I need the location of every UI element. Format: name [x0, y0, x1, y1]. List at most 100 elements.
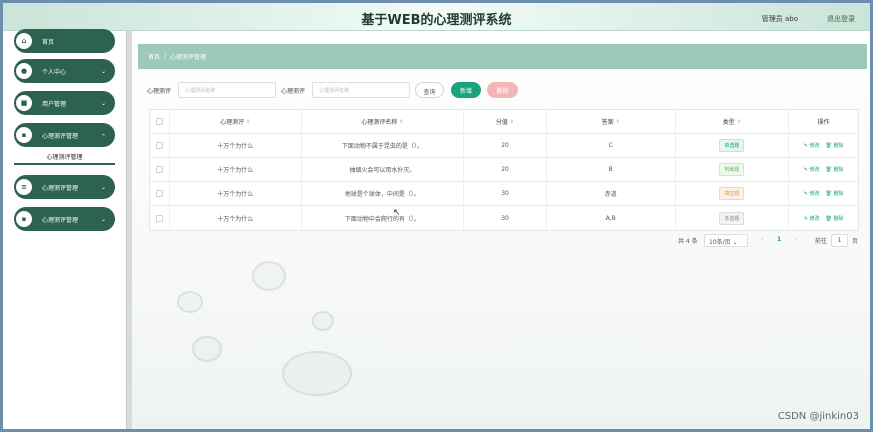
query-button[interactable]: 查询: [415, 82, 444, 98]
sidebar-item-home[interactable]: ⌂ 首页: [14, 29, 115, 53]
breadcrumb: 首页 / 心理测评管理: [138, 44, 867, 69]
cell-score: 20: [464, 134, 547, 157]
next-page-button[interactable]: ›: [795, 236, 797, 243]
page-size-value: 10条/页: [709, 239, 731, 246]
edit-link[interactable]: ✎ 修改: [804, 190, 820, 197]
header-cell[interactable]: 类型 ⇕: [676, 110, 790, 133]
cell-type: 判断题: [676, 158, 790, 181]
chevron-down-icon: ⌄: [100, 99, 106, 107]
header-cell[interactable]: 心理测评名称 ⇕: [302, 110, 465, 133]
edit-link[interactable]: ✎ 修改: [804, 215, 820, 222]
header-label: 心理测评: [220, 119, 245, 126]
top-header: 基于WEB的心理测评系统 管理员 abo 退出登录: [3, 3, 870, 31]
sort-icon[interactable]: ⇕: [246, 119, 250, 125]
lock-icon: ■: [16, 95, 32, 111]
page-size-select[interactable]: 10条/页 ⌄: [704, 234, 748, 247]
sidebar-item-user-management[interactable]: ■ 用户管理 ⌄: [14, 91, 115, 115]
row-checkbox-cell[interactable]: [150, 206, 170, 230]
chevron-down-icon: ⌄: [100, 183, 106, 191]
sidebar-item-assessment-management-2[interactable]: ≡ 心理测评管理 ⌄: [14, 175, 115, 199]
user-icon: ●: [16, 63, 32, 79]
goto-page-input[interactable]: 1: [831, 234, 848, 247]
sort-icon[interactable]: ⇕: [616, 119, 620, 125]
sidebar-item-personal-center[interactable]: ● 个人中心 ⌄: [14, 59, 115, 83]
prev-page-button[interactable]: ‹: [761, 236, 763, 243]
decorative-droplet: [312, 311, 334, 331]
header-checkbox-cell[interactable]: [150, 110, 170, 133]
remove-link[interactable]: 🗑 删除: [826, 142, 844, 149]
total-count: 共 4 条: [678, 238, 698, 245]
delete-button[interactable]: 删除: [487, 82, 518, 98]
add-button[interactable]: 新增: [451, 82, 481, 98]
row-checkbox[interactable]: [155, 142, 163, 149]
grid-icon: ▪: [16, 211, 32, 227]
logout-link[interactable]: 退出登录: [827, 14, 855, 24]
remove-link[interactable]: 🗑 删除: [826, 166, 844, 173]
row-checkbox[interactable]: [155, 214, 163, 222]
cell-answer: C: [547, 134, 676, 157]
cell-assessment: 十万个为什么: [170, 158, 302, 181]
type-tag: 单选题: [719, 139, 745, 152]
cell-actions: ✎ 修改 🗑 删除: [789, 134, 858, 157]
submenu-item-assessment-management[interactable]: 心理测评管理: [14, 148, 115, 165]
row-checkbox-cell[interactable]: [150, 134, 170, 157]
sort-icon[interactable]: ⇕: [399, 119, 403, 125]
row-checkbox-cell[interactable]: [150, 182, 170, 205]
header-cell[interactable]: 心理测评 ⇕: [170, 110, 302, 133]
cell-answer: A,B: [547, 206, 676, 230]
chevron-up-icon: ⌄: [100, 131, 106, 139]
header-label: 答案: [601, 119, 614, 126]
row-checkbox-cell[interactable]: [150, 158, 170, 181]
select-all-checkbox[interactable]: [155, 118, 163, 125]
row-checkbox[interactable]: [155, 166, 163, 173]
row-checkbox[interactable]: [155, 190, 163, 197]
cell-question: 抽烟火会可以用水扑灭。: [302, 158, 465, 181]
watermark: CSDN @jinkin03: [777, 411, 859, 422]
edit-link[interactable]: ✎ 修改: [804, 166, 820, 173]
sidebar-item-assessment-management[interactable]: ▪ 心理测评管理 ⌄: [14, 123, 115, 147]
sidebar-item-assessment-management-3[interactable]: ▪ 心理测评管理 ⌄: [14, 207, 115, 231]
main-content: 首页 / 心理测评管理 心理测评 心理测评名称 心理测评 心理测评名称 查询 新…: [132, 31, 870, 429]
sort-icon[interactable]: ⇕: [510, 119, 514, 125]
cell-actions: ✎ 修改 🗑 删除: [789, 158, 858, 181]
header-cell[interactable]: 分值 ⇕: [464, 110, 547, 133]
sidebar-item-label: 用户管理: [42, 100, 67, 108]
cell-question: 下面动物中会爬行的有（）。: [302, 206, 465, 230]
cell-actions: ✎ 修改 🗑 删除: [789, 206, 858, 230]
cell-assessment: 十万个为什么: [170, 134, 302, 157]
cell-answer: B: [547, 158, 676, 181]
header-label: 类型: [722, 119, 735, 126]
header-cell[interactable]: 答案 ⇕: [547, 110, 676, 133]
search-input-2[interactable]: 心理测评名称: [312, 82, 410, 98]
decorative-droplet: [282, 351, 352, 396]
cell-score: 30: [464, 206, 547, 230]
breadcrumb-home[interactable]: 首页: [148, 52, 160, 61]
table-row: 十万个为什么 下面动物中会爬行的有（）。 30 A,B 多选题 ✎ 修改 🗑 删除: [150, 206, 858, 230]
cell-question: 地球是个球体，中间是（）。: [302, 182, 465, 205]
chevron-down-icon: ⌄: [100, 215, 106, 223]
sort-icon[interactable]: ⇕: [737, 119, 741, 125]
cell-assessment: 十万个为什么: [170, 206, 302, 230]
mouse-cursor-icon: ↖: [393, 208, 401, 218]
page-title: 基于WEB的心理测评系统: [361, 13, 512, 28]
page-number-current[interactable]: 1: [777, 236, 781, 243]
sidebar-item-label: 心理测评管理: [42, 216, 79, 224]
search-input-1[interactable]: 心理测评名称: [178, 82, 276, 98]
decorative-droplet: [252, 261, 286, 291]
breadcrumb-separator: /: [164, 53, 167, 60]
header-label: 分值: [495, 119, 508, 126]
sidebar-item-label: 心理测评管理: [42, 184, 79, 192]
remove-link[interactable]: 🗑 删除: [826, 190, 844, 197]
sidebar-item-label: 个人中心: [42, 68, 67, 76]
breadcrumb-current: 心理测评管理: [170, 54, 207, 61]
decorative-droplet: [192, 336, 222, 362]
cell-type: 多选题: [676, 206, 790, 230]
search-label-2: 心理测评: [281, 88, 306, 95]
edit-link[interactable]: ✎ 修改: [804, 142, 820, 149]
remove-link[interactable]: 🗑 删除: [826, 215, 844, 222]
sidebar: ⌂ 首页 ● 个人中心 ⌄ ■ 用户管理 ⌄ ▪ 心理测评管理 ⌄ 心理测评管理…: [3, 29, 126, 429]
cell-type: 填空题: [676, 182, 790, 205]
table-header-row: 心理测评 ⇕ 心理测评名称 ⇕ 分值 ⇕ 答案 ⇕ 类型 ⇕ 操作: [150, 110, 858, 134]
type-tag: 多选题: [719, 211, 745, 225]
chevron-down-icon: ⌄: [100, 67, 106, 75]
